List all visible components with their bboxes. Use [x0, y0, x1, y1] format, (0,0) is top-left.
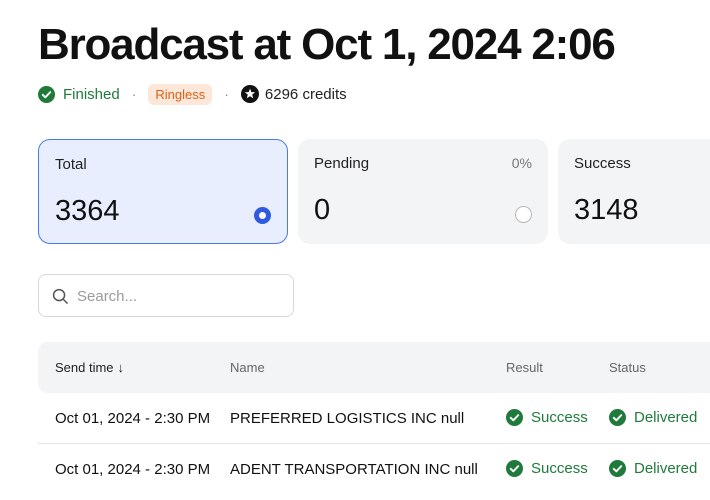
- stat-value: 0: [314, 194, 331, 226]
- column-label: Send time: [55, 360, 114, 375]
- stat-card-success[interactable]: Success 3148: [558, 139, 710, 244]
- separator-dot: ·: [224, 86, 229, 102]
- broadcast-detail-page: Broadcast at Oct 1, 2024 2:06 Finished ·…: [0, 0, 710, 500]
- stat-percent: 0%: [511, 155, 532, 171]
- result-text: Success: [531, 409, 588, 426]
- check-circle-icon: [609, 409, 626, 426]
- check-circle-icon: [506, 409, 523, 426]
- search-icon: [52, 288, 68, 304]
- cell-name: PREFERRED LOGISTICS INC null: [230, 410, 465, 427]
- stat-label: Pending: [314, 155, 370, 172]
- search-box[interactable]: [38, 274, 294, 317]
- table-row[interactable]: Oct 01, 2024 - 2:30 PM ADENT TRANSPORTAT…: [38, 444, 710, 495]
- broadcast-meta: Finished · Ringless · 6296 credits: [38, 82, 347, 106]
- cell-result: Success: [506, 460, 588, 477]
- sort-arrow-down-icon[interactable]: ↓: [118, 360, 125, 375]
- stat-value: 3364: [55, 195, 120, 227]
- type-badge: Ringless: [148, 83, 213, 105]
- cell-send-time: Oct 01, 2024 - 2:30 PM: [55, 410, 211, 427]
- credits-count: 6296 credits: [264, 85, 347, 103]
- cell-status: Delivered: [609, 460, 697, 477]
- stat-label: Total: [55, 156, 87, 173]
- cell-status: Delivered: [609, 409, 697, 426]
- table-header: Send time ↓ Name Result Status: [38, 342, 710, 393]
- search-input[interactable]: [77, 283, 282, 309]
- stat-card-pending[interactable]: Pending 0% 0: [298, 139, 548, 244]
- cell-result: Success: [506, 409, 588, 426]
- star-badge-icon: [240, 85, 259, 103]
- stat-card-total[interactable]: Total 3364: [38, 139, 288, 244]
- column-header-status[interactable]: Status: [609, 360, 646, 375]
- column-header-send-time[interactable]: Send time ↓: [55, 360, 124, 375]
- stat-value: 3148: [574, 194, 639, 226]
- separator-dot: ·: [131, 86, 137, 102]
- column-header-name[interactable]: Name: [230, 360, 265, 375]
- check-circle-icon: [506, 460, 523, 477]
- result-text: Success: [531, 460, 588, 477]
- check-circle-icon: [38, 85, 55, 103]
- cell-send-time: Oct 01, 2024 - 2:30 PM: [55, 461, 211, 478]
- table-row[interactable]: Oct 01, 2024 - 2:30 PM PREFERRED LOGISTI…: [38, 393, 710, 444]
- status-text: Delivered: [634, 409, 698, 426]
- stat-label: Success: [574, 155, 631, 172]
- column-header-result[interactable]: Result: [506, 360, 543, 375]
- page-title: Broadcast at Oct 1, 2024 2:06: [38, 20, 616, 69]
- check-circle-icon: [609, 460, 626, 477]
- cell-name: ADENT TRANSPORTATION INC null: [230, 461, 478, 478]
- broadcast-status: Finished: [63, 85, 120, 103]
- radio-unselected-icon[interactable]: [515, 206, 532, 223]
- status-text: Delivered: [634, 460, 698, 477]
- radio-selected-icon[interactable]: [254, 207, 271, 224]
